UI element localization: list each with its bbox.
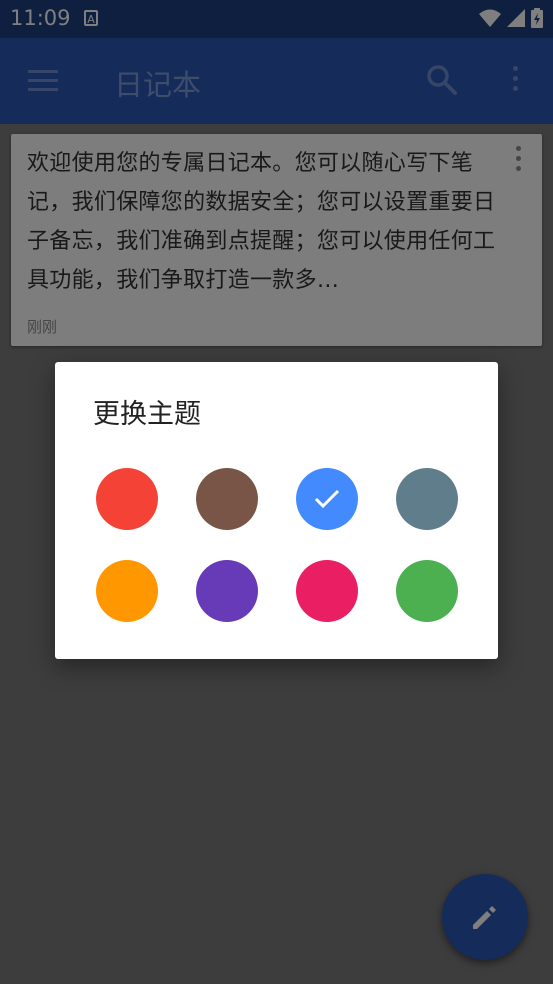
dialog-title: 更换主题: [93, 399, 201, 430]
color-swatch[interactable]: [296, 468, 358, 530]
color-swatch[interactable]: [96, 560, 158, 622]
check-icon: [314, 489, 340, 509]
color-swatch[interactable]: [196, 468, 258, 530]
color-swatch[interactable]: [296, 560, 358, 622]
color-swatch[interactable]: [196, 560, 258, 622]
color-swatch[interactable]: [396, 468, 458, 530]
color-swatch[interactable]: [396, 560, 458, 622]
theme-dialog: 更换主题: [55, 362, 498, 659]
color-swatch[interactable]: [96, 468, 158, 530]
